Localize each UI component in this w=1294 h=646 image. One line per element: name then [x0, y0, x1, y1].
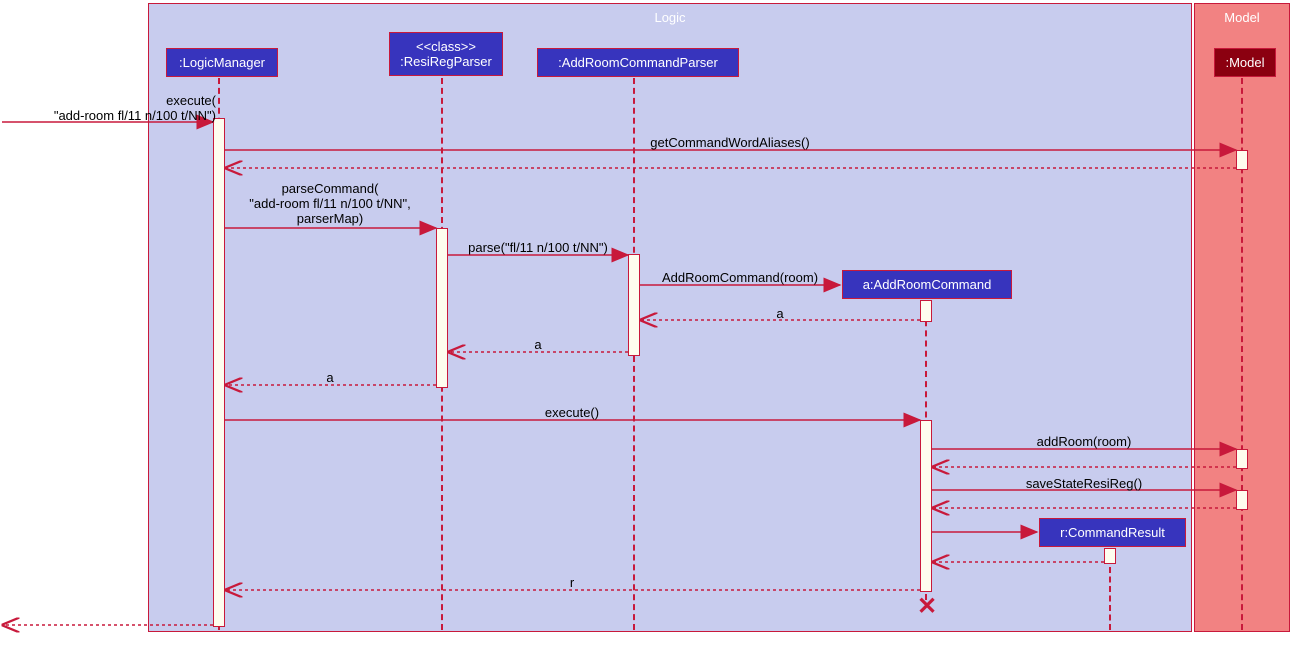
- activation-model-1: [1236, 150, 1248, 170]
- activation-model-3: [1236, 490, 1248, 510]
- activation-addroom-parser: [628, 254, 640, 356]
- msg-return-a2: a: [448, 337, 628, 352]
- activation-resireg-parser: [436, 228, 448, 388]
- participant-label: :ResiRegParser: [400, 54, 492, 69]
- participant-label: :AddRoomCommandParser: [558, 55, 718, 70]
- msg-savestate: saveStateResiReg(): [932, 476, 1236, 491]
- msg-parsecommand: parseCommand( "add-room fl/11 n/100 t/NN…: [225, 181, 435, 226]
- activation-logic-manager: [213, 118, 225, 627]
- msg-addroom-ctor: AddRoomCommand(room): [640, 270, 840, 285]
- activation-addroom-command-1: [920, 300, 932, 322]
- msg-return-a1: a: [640, 306, 920, 321]
- participant-command-result: r:CommandResult: [1039, 518, 1186, 547]
- participant-label: a:AddRoomCommand: [863, 277, 992, 292]
- participant-label: r:CommandResult: [1060, 525, 1165, 540]
- msg-getaliases: getCommandWordAliases(): [225, 135, 1235, 150]
- msg-execute2: execute(): [225, 405, 919, 420]
- msg-return-r: r: [225, 575, 919, 590]
- participant-model: :Model: [1214, 48, 1276, 77]
- participant-logic-manager: :LogicManager: [166, 48, 278, 77]
- participant-label: <<class>>: [416, 39, 476, 54]
- activation-addroom-command-2: [920, 420, 932, 592]
- activation-model-2: [1236, 449, 1248, 469]
- msg-parse: parse("fl/11 n/100 t/NN"): [448, 240, 628, 255]
- participant-resireg-parser: <<class>> :ResiRegParser: [389, 32, 503, 76]
- participant-addroom-command: a:AddRoomCommand: [842, 270, 1012, 299]
- participant-label: :Model: [1225, 55, 1264, 70]
- frame-logic-title: Logic: [654, 10, 685, 25]
- participant-addroom-parser: :AddRoomCommandParser: [537, 48, 739, 77]
- destroy-icon: ✕: [917, 592, 937, 621]
- msg-addroom: addRoom(room): [932, 434, 1236, 449]
- participant-label: :LogicManager: [179, 55, 265, 70]
- frame-model-title: Model: [1224, 10, 1259, 25]
- activation-command-result: [1104, 548, 1116, 564]
- msg-return-a3: a: [225, 370, 435, 385]
- msg-execute-in: execute( "add-room fl/11 n/100 t/NN"): [6, 93, 216, 123]
